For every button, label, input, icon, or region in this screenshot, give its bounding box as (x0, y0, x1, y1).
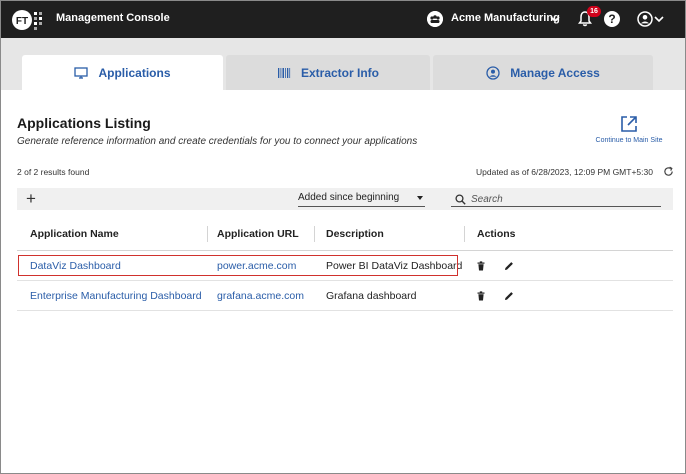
search-icon (455, 194, 466, 205)
column-divider (207, 226, 208, 242)
help-icon[interactable]: ? (604, 11, 620, 27)
continue-to-main-site-button[interactable]: Continue to Main Site (589, 114, 669, 144)
column-header-actions: Actions (477, 228, 516, 240)
application-url-link[interactable]: grafana.acme.com (217, 290, 304, 302)
pencil-icon[interactable] (504, 291, 514, 301)
svg-text:FT: FT (16, 16, 28, 27)
application-description: Grafana dashboard (326, 290, 417, 302)
application-url-link[interactable]: power.acme.com (217, 260, 296, 272)
monitor-icon (74, 66, 89, 79)
column-header-application-url[interactable]: Application URL (217, 228, 299, 240)
continue-to-main-site-label: Continue to Main Site (595, 137, 663, 144)
pencil-icon[interactable] (504, 261, 514, 271)
barcode-icon (277, 67, 291, 78)
caret-down-icon (417, 196, 423, 200)
application-name-link[interactable]: Enterprise Manufacturing Dashboard (30, 290, 202, 302)
search-box (451, 192, 661, 207)
tab-label: Manage Access (510, 65, 600, 80)
tab-label: Applications (98, 65, 171, 80)
external-link-icon (621, 116, 637, 132)
user-account-icon[interactable] (637, 11, 653, 27)
app-frame: FT Management Console Acme Manufacturing… (0, 0, 686, 474)
updated-timestamp: Updated as of 6/28/2023, 12:09 PM GMT+5:… (476, 167, 653, 177)
app-title: Management Console (56, 12, 170, 24)
table-row: DataViz Dashboard power.acme.com Power B… (17, 251, 673, 281)
date-filter-value: Added since beginning (298, 192, 400, 203)
page-subtitle: Generate reference information and creat… (17, 136, 418, 147)
user-circle-icon (486, 65, 500, 80)
notification-badge: 16 (587, 6, 601, 17)
application-description: Power BI DataViz Dashboard (326, 260, 463, 272)
tab-manage-access[interactable]: Manage Access (433, 55, 653, 90)
results-count: 2 of 2 results found (17, 167, 90, 177)
table-header: Application Name Application URL Descrip… (17, 218, 673, 251)
add-application-button[interactable]: + (24, 190, 38, 207)
chevron-down-icon[interactable] (549, 13, 561, 25)
tab-applications[interactable]: Applications (22, 55, 223, 90)
column-header-description[interactable]: Description (326, 228, 384, 240)
refresh-icon[interactable] (663, 166, 674, 177)
ft-logo-icon[interactable]: FT (11, 8, 47, 32)
trash-icon[interactable] (476, 291, 486, 301)
tenant-name[interactable]: Acme Manufacturing (451, 12, 560, 24)
tab-strip: Applications Extractor Info Manage Acces… (1, 38, 685, 90)
tab-extractor-info[interactable]: Extractor Info (226, 55, 430, 90)
column-divider (314, 226, 315, 242)
tenant-group-icon[interactable] (427, 11, 443, 27)
trash-icon[interactable] (476, 261, 486, 271)
tab-label: Extractor Info (300, 65, 379, 80)
table-toolbar: + Added since beginning (17, 188, 673, 210)
search-input[interactable] (471, 192, 657, 206)
applications-table: Application Name Application URL Descrip… (17, 218, 673, 311)
page-title: Applications Listing (17, 115, 151, 131)
table-row: Enterprise Manufacturing Dashboard grafa… (17, 281, 673, 311)
chevron-down-icon[interactable] (653, 13, 665, 25)
column-divider (464, 226, 465, 242)
date-filter-select[interactable]: Added since beginning (298, 192, 425, 207)
column-header-application-name[interactable]: Application Name (30, 228, 119, 240)
application-name-link[interactable]: DataViz Dashboard (30, 260, 121, 272)
top-bar: FT Management Console Acme Manufacturing… (1, 1, 685, 38)
